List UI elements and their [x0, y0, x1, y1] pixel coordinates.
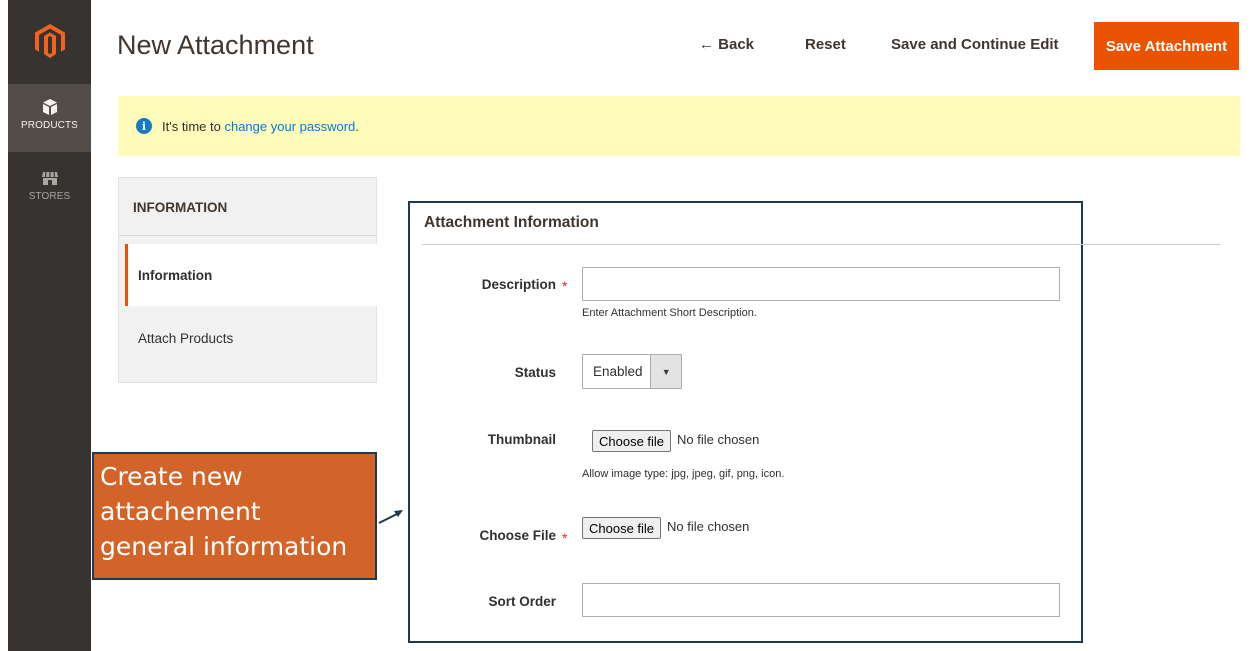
- tabs-divider: [119, 235, 376, 236]
- info-icon: i: [136, 118, 152, 134]
- status-select[interactable]: Enabled ▼: [582, 354, 682, 389]
- store-icon: [41, 171, 58, 185]
- sort-order-input[interactable]: [582, 583, 1060, 617]
- notice-suffix: .: [355, 118, 359, 134]
- thumbnail-label: Thumbnail: [487, 432, 556, 447]
- sidebar-item-label: PRODUCTS: [21, 120, 78, 131]
- thumbnail-file-status: No file chosen: [677, 432, 760, 447]
- sidebar-item-stores[interactable]: STORES: [8, 155, 91, 217]
- description-input[interactable]: [582, 267, 1060, 301]
- save-attachment-button[interactable]: Save Attachment: [1094, 22, 1239, 70]
- tab-information[interactable]: Information: [125, 244, 377, 306]
- thumbnail-choose-file-button[interactable]: Choose file: [592, 430, 672, 452]
- callout-line: Create new: [100, 462, 243, 491]
- page-title: New Attachment: [117, 30, 314, 60]
- choose-file-status: No file chosen: [667, 519, 750, 534]
- status-value: Enabled: [593, 364, 643, 379]
- magento-logo[interactable]: [8, 0, 91, 82]
- description-label: Description: [481, 277, 556, 292]
- reset-button[interactable]: Reset: [805, 36, 846, 53]
- choose-file-label: Choose File: [479, 528, 556, 543]
- tab-attach-products[interactable]: Attach Products: [125, 308, 377, 368]
- choose-file-button[interactable]: Choose file: [582, 517, 662, 539]
- password-notice: i It's time to change your password.: [118, 96, 1240, 156]
- sidebar-item-label: STORES: [28, 191, 71, 202]
- description-hint: Enter Attachment Short Description.: [582, 307, 757, 319]
- change-password-link[interactable]: change your password: [224, 119, 355, 134]
- chevron-down-icon: ▼: [650, 355, 681, 388]
- callout-line: attachement: [100, 497, 261, 526]
- tabs-title: INFORMATION: [133, 200, 228, 215]
- required-marker: *: [562, 530, 568, 546]
- annotation-callout: Create new attachement general informati…: [92, 452, 377, 580]
- sidebar-item-products[interactable]: PRODUCTS: [8, 84, 91, 152]
- sort-order-label: Sort Order: [488, 594, 556, 609]
- magento-logo-icon: [34, 24, 65, 58]
- status-label: Status: [514, 365, 556, 380]
- callout-arrow-icon: [378, 510, 403, 524]
- section-title: Attachment Information: [424, 214, 599, 231]
- box-icon: [42, 99, 57, 115]
- save-and-continue-button[interactable]: Save and Continue Edit: [891, 36, 1059, 53]
- notice-text: It's time to: [162, 118, 221, 134]
- back-button[interactable]: ← Back: [699, 36, 754, 53]
- required-marker: *: [562, 278, 568, 294]
- section-divider: [422, 244, 1220, 245]
- thumbnail-hint: Allow image type: jpg, jpeg, gif, png, i…: [582, 468, 785, 480]
- tabs-panel: INFORMATION Information Attach Products: [118, 177, 377, 383]
- callout-line: general information: [100, 532, 348, 561]
